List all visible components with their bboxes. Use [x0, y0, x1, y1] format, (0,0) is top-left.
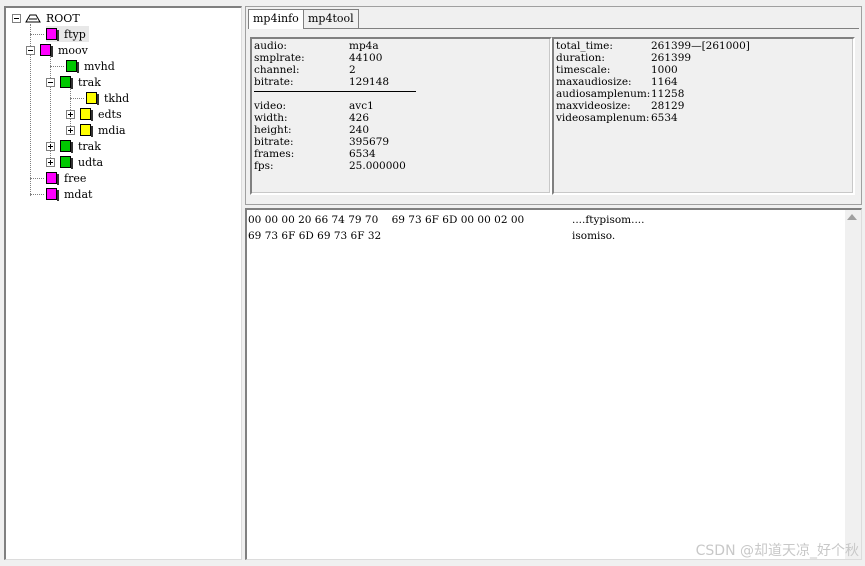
hex-ascii: ....ftypisom....	[572, 214, 645, 226]
tree-line	[30, 178, 44, 179]
info-value: mp4a	[349, 40, 379, 52]
tree-node-label: tkhd	[104, 91, 130, 105]
info-value: 28129	[651, 100, 685, 112]
atom-icon	[40, 44, 53, 57]
hex-ascii: isomiso.	[572, 230, 616, 242]
info-value: 261399—[261000]	[651, 40, 750, 52]
info-value: 1000	[651, 64, 678, 76]
info-key: maxvideosize:	[556, 100, 631, 112]
info-value: 1164	[651, 76, 678, 88]
info-key: height:	[254, 124, 292, 136]
stats-info-box: total_time: 261399—[261000] duration: 26139…	[552, 37, 855, 195]
root-folder-icon	[25, 13, 41, 23]
tree-node-root[interactable]: ROOT	[12, 10, 80, 26]
tree-node-label: edts	[98, 107, 122, 121]
expand-icon[interactable]	[66, 109, 75, 119]
watermark: CSDN @却道天凉_好个秋	[695, 543, 859, 559]
separator	[254, 91, 416, 92]
tree-node-label: mdia	[98, 123, 126, 137]
info-value: 11258	[651, 88, 685, 100]
tree-node-label: trak	[78, 75, 101, 89]
info-key: timescale:	[556, 64, 611, 76]
info-value: 6534	[349, 148, 376, 160]
tree-node-tkhd[interactable]: tkhd	[86, 90, 129, 106]
tree-node-label: udta	[78, 155, 104, 169]
info-value: avc1	[349, 100, 374, 112]
tree-node-mvhd[interactable]: mvhd	[66, 58, 115, 74]
info-key: fps:	[254, 160, 274, 172]
info-key: frames:	[254, 148, 295, 160]
tree-line	[30, 194, 44, 195]
atom-icon	[46, 172, 59, 185]
tree-node-label: ftyp	[64, 27, 86, 41]
tree-node-free[interactable]: free	[46, 170, 86, 186]
collapse-icon[interactable]	[26, 45, 35, 55]
expand-icon[interactable]	[66, 125, 75, 135]
mp4info-panel: audio: mp4a smplrate: 44100 channel: 2 bitrate…	[248, 28, 859, 202]
info-key: maxaudiosize:	[556, 76, 632, 88]
tree-node-edts[interactable]: edts	[66, 106, 122, 122]
info-value: 25.000000	[349, 160, 406, 172]
atom-icon	[46, 28, 59, 41]
info-key: audiosamplenum:	[556, 88, 651, 100]
info-value: 426	[349, 112, 370, 124]
hex-bytes: 69 73 6F 6D 69 73 6F 32	[248, 230, 382, 242]
tab-mp4tool[interactable]: mp4tool	[303, 9, 359, 28]
info-value: 2	[349, 64, 356, 76]
tree-node-label: mvhd	[84, 59, 115, 73]
info-value: 395679	[349, 136, 390, 148]
tree-node-label: ROOT	[46, 11, 80, 25]
info-value: 261399	[651, 52, 692, 64]
atom-icon	[80, 108, 93, 121]
tree-node-label: trak	[78, 139, 101, 153]
info-key: bitrate:	[254, 136, 294, 148]
tree-node-moov[interactable]: moov	[26, 42, 88, 58]
tree-line	[30, 34, 44, 35]
tree-node-ftyp[interactable]: ftyp	[46, 26, 89, 42]
info-value: 240	[349, 124, 370, 136]
info-key: smplrate:	[254, 52, 305, 64]
info-value: 129148	[349, 76, 390, 88]
hex-view[interactable]: 00 00 00 20 66 74 79 70 69 73 6F 6D 00 0…	[245, 208, 862, 560]
info-key: duration:	[556, 52, 605, 64]
atom-icon	[60, 140, 73, 153]
tree-node-udta[interactable]: udta	[46, 154, 103, 170]
info-key: video:	[254, 100, 287, 112]
atom-icon	[66, 60, 79, 73]
expand-icon[interactable]	[46, 157, 55, 167]
atom-icon	[60, 76, 73, 89]
tree-node-label: mdat	[64, 187, 93, 201]
info-value: 44100	[349, 52, 383, 64]
info-key: bitrate:	[254, 76, 294, 88]
media-info-box: audio: mp4a smplrate: 44100 channel: 2 bitrate…	[250, 37, 552, 195]
atom-icon	[86, 92, 99, 105]
tree-node-mdat[interactable]: mdat	[46, 186, 92, 202]
atom-icon	[80, 124, 93, 137]
tree-line	[50, 66, 64, 67]
tab-control: mp4info mp4tool audio: mp4a smplrate: 44100…	[245, 6, 862, 205]
collapse-icon[interactable]	[46, 77, 55, 87]
hex-bytes: 00 00 00 20 66 74 79 70 69 73 6F 6D 00 0…	[248, 214, 525, 226]
info-key: videosamplenum:	[556, 112, 650, 124]
expand-icon[interactable]	[46, 141, 55, 151]
tree-line	[70, 98, 84, 99]
tree-node-trak[interactable]: trak	[46, 138, 101, 154]
scroll-up-icon[interactable]	[847, 214, 857, 220]
tree-node-label: moov	[58, 43, 88, 57]
info-key: total_time:	[556, 40, 613, 52]
collapse-icon[interactable]	[12, 13, 21, 23]
info-key: width:	[254, 112, 288, 124]
tree-node-trak[interactable]: trak	[46, 74, 101, 90]
info-key: audio:	[254, 40, 287, 52]
info-key: channel:	[254, 64, 300, 76]
tab-mp4info[interactable]: mp4info	[248, 9, 304, 29]
atom-tree[interactable]: ROOT ftyp moov mvhd trak tkhd edts mdia	[4, 6, 242, 560]
atom-icon	[60, 156, 73, 169]
tree-node-mdia[interactable]: mdia	[66, 122, 126, 138]
atom-icon	[46, 188, 59, 201]
info-value: 6534	[651, 112, 678, 124]
vertical-scrollbar[interactable]	[845, 210, 861, 559]
tree-node-label: free	[64, 171, 87, 185]
